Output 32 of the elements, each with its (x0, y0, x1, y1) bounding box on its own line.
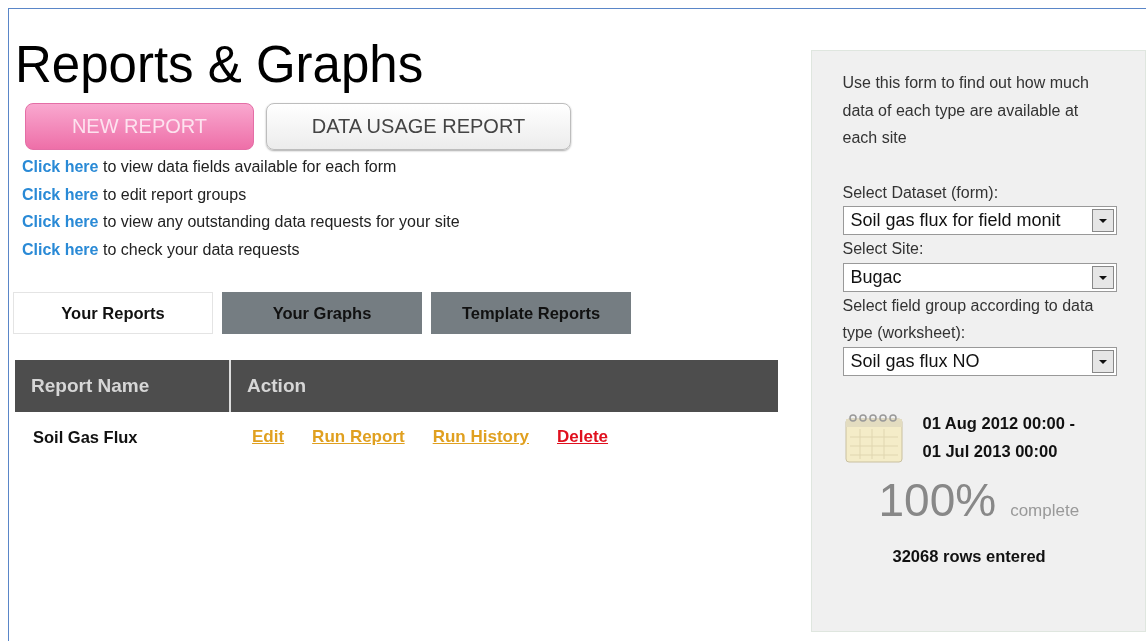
page-title: Reports & Graphs (15, 35, 425, 95)
calendar-icon (844, 412, 903, 463)
column-header: Report Name (15, 360, 231, 412)
field-label: Select Dataset (form): (842, 182, 1000, 203)
click-here-link[interactable]: Click here (22, 158, 99, 175)
click-here-link[interactable]: Click here (22, 185, 99, 203)
info-line: Click here to edit report groups (22, 184, 248, 205)
info-line: Click here to view any outstanding data requests for your site (22, 212, 461, 232)
action-link[interactable]: Delete (557, 427, 609, 447)
completion-percent: 100% (878, 472, 997, 527)
tab[interactable]: Your Graphs (222, 292, 422, 334)
report-name: Soil Gas Flux (32, 427, 139, 447)
column-header: Action (246, 374, 308, 398)
dropdown[interactable]: Soil gas flux NO (842, 346, 1117, 376)
action-link[interactable]: Run History (432, 427, 529, 447)
action-link[interactable]: Run Report (312, 427, 405, 447)
field-label: Select field group according to data type (worksheet): (842, 295, 1095, 343)
dropdown[interactable]: Bugac (842, 262, 1117, 292)
info-line: Click here to check your data requests (22, 239, 301, 260)
click-here-link[interactable]: Click here (22, 240, 99, 258)
tab[interactable]: Your Reports (13, 292, 213, 334)
info-line: Click here to view data fields available for each form (22, 157, 398, 177)
dropdown[interactable]: Soil gas flux for field monit (842, 206, 1117, 235)
action-link[interactable]: Edit (252, 427, 285, 447)
click-here-link[interactable]: Click here (22, 213, 99, 230)
panel-intro: Use this form to find out how much data of each type are available at each site (842, 73, 1090, 148)
completion-label: complete (1010, 500, 1080, 521)
date-range: 01 Aug 2012 00:00 - 01 Jul 2013 00:00 (922, 412, 1076, 462)
field-label: Select Site: (842, 239, 925, 259)
data-usage-report-button[interactable]: DATA USAGE REPORT (266, 103, 571, 150)
tab[interactable]: Template Reports (431, 292, 631, 334)
rows-entered: 32068 rows entered (892, 546, 1047, 566)
